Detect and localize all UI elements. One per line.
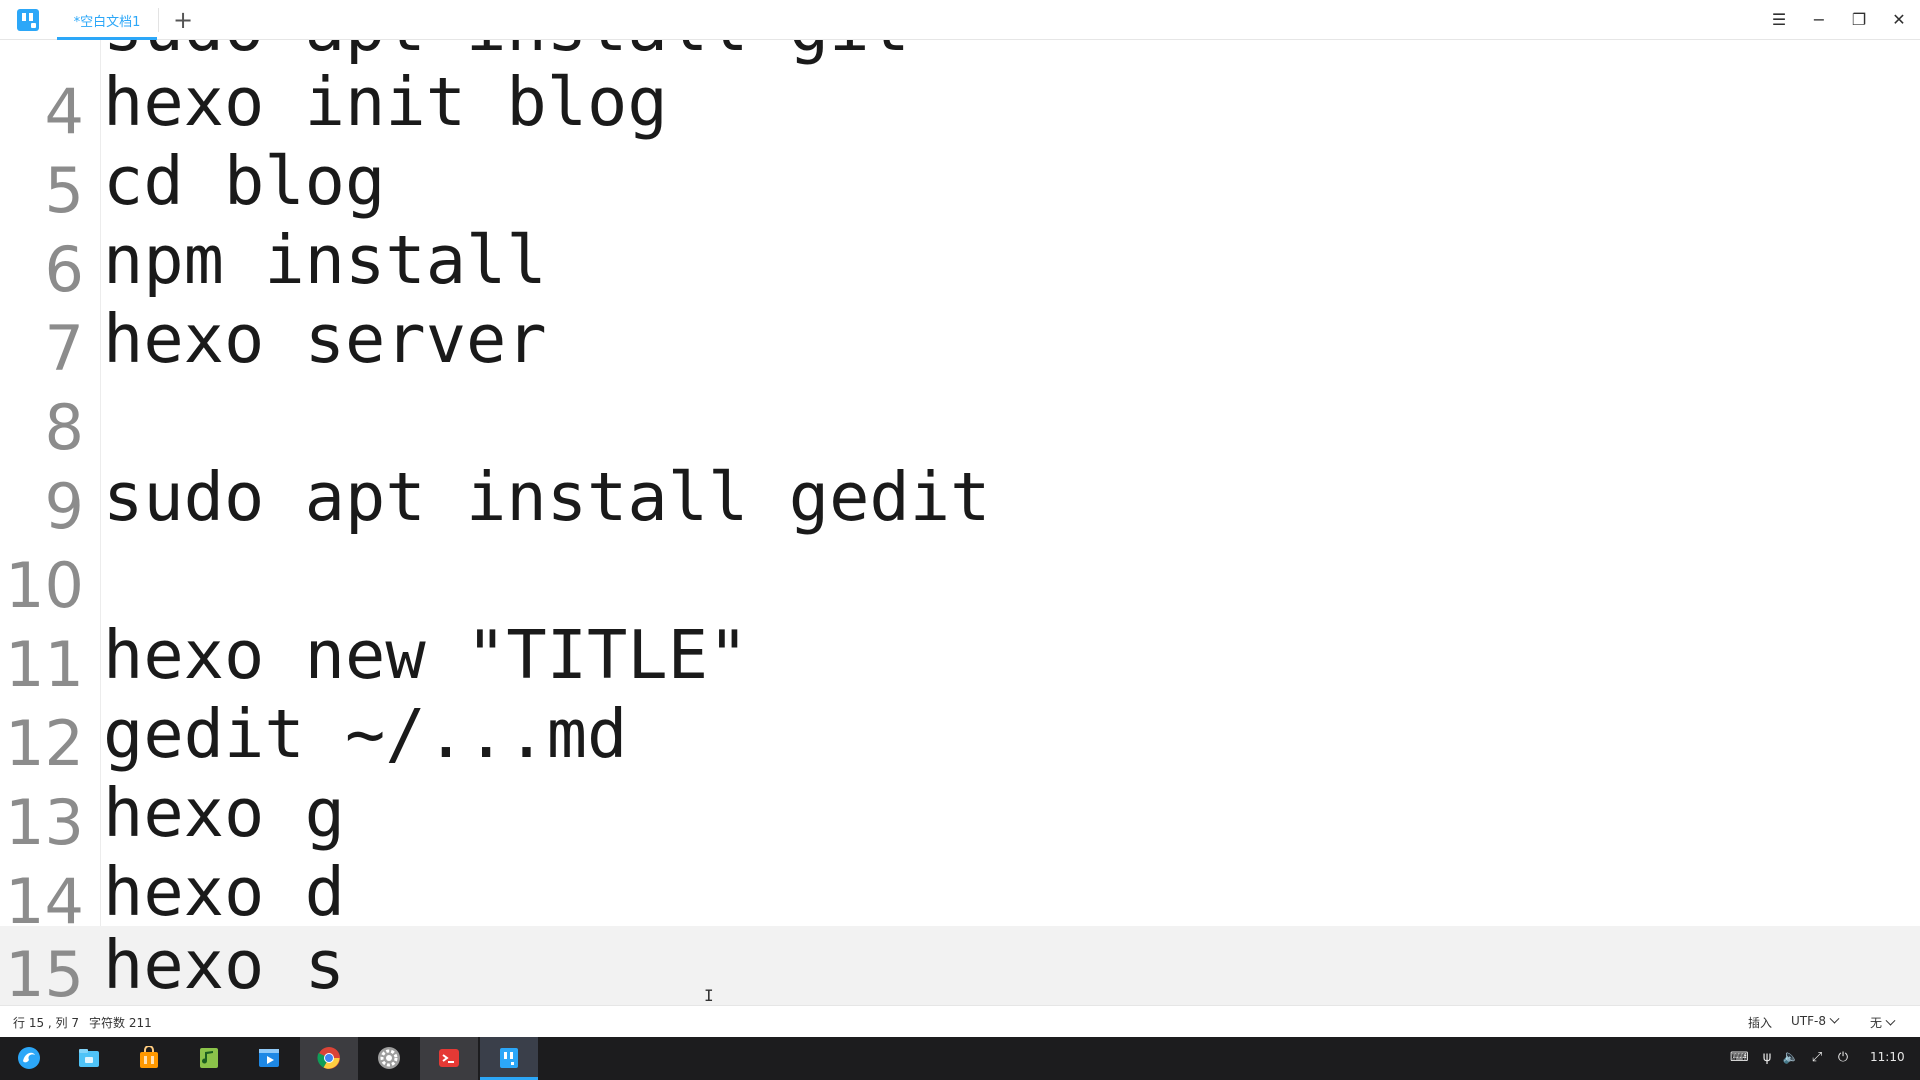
line-number: 10	[5, 549, 84, 622]
chrome-icon	[317, 1047, 340, 1069]
line-number: 6	[44, 233, 84, 306]
movie-button[interactable]	[240, 1037, 298, 1080]
line-code[interactable]: gedit ~/...md	[103, 695, 627, 774]
editor-line[interactable]: 14 hexo d	[0, 853, 1920, 938]
chevron-down-icon	[1885, 1015, 1896, 1026]
line-number: 5	[44, 154, 84, 227]
editor-line[interactable]: 5 cd blog	[0, 142, 1920, 227]
music-icon	[200, 1048, 218, 1068]
encoding-selector[interactable]: UTF-8	[1791, 1013, 1840, 1028]
line-number: 8	[44, 391, 84, 464]
line-code[interactable]: cd blog	[103, 142, 385, 221]
line-code[interactable]: npm install	[103, 221, 547, 300]
file-manager-icon	[79, 1049, 99, 1067]
editor-line[interactable]: 4 hexo init blog	[0, 63, 1920, 148]
tab-title: *空白文档1	[73, 14, 141, 30]
line-code[interactable]: hexo g	[103, 774, 345, 853]
line-code[interactable]: hexo s	[103, 926, 345, 1005]
line-code[interactable]: hexo server	[103, 300, 547, 379]
line-code[interactable]: hexo init blog	[103, 63, 668, 142]
launcher-button[interactable]	[0, 1037, 58, 1080]
editor-line[interactable]: 10	[0, 537, 1920, 622]
editor-line[interactable]: 12 gedit ~/...md	[0, 695, 1920, 780]
line-code[interactable]: sudo apt install gedit	[103, 458, 990, 537]
tab-divider	[158, 8, 159, 32]
menu-icon[interactable]: ☰	[1767, 8, 1791, 32]
usb-icon[interactable]: ψ	[1758, 1049, 1776, 1067]
line-number: 12	[5, 707, 84, 780]
minimize-button[interactable]: −	[1807, 8, 1831, 32]
title-bar: *空白文档1 + ☰ − ❐ ✕	[0, 0, 1920, 40]
line-number: 15	[5, 938, 84, 1005]
status-bar: 行 15 , 列 7 字符数 211 插入 UTF-8 无	[0, 1005, 1920, 1037]
editor-line[interactable]: 8	[0, 379, 1920, 464]
chevron-down-icon	[1829, 1013, 1840, 1024]
editor-line[interactable]: 11 hexo new "TITLE"	[0, 616, 1920, 701]
chrome-button[interactable]	[300, 1037, 358, 1080]
editor-line[interactable]: 7 hexo server	[0, 300, 1920, 385]
network-icon[interactable]: ⤢	[1808, 1049, 1826, 1067]
editor-line[interactable]: 6 npm install	[0, 221, 1920, 306]
maximize-button[interactable]: ❐	[1847, 8, 1871, 32]
app-store-icon	[140, 1046, 158, 1068]
settings-icon	[378, 1047, 400, 1069]
terminal-icon	[439, 1049, 459, 1067]
line-code[interactable]: hexo new "TITLE"	[103, 616, 748, 695]
encoding-label: UTF-8	[1791, 1014, 1826, 1028]
taskbar: ⌨ ψ 🔈 ⤢ ⏻ 11:10	[0, 1037, 1920, 1080]
music-button[interactable]	[180, 1037, 238, 1080]
line-number: 11	[5, 628, 84, 701]
editor-line[interactable]: 9 sudo apt install gedit	[0, 458, 1920, 543]
volume-icon[interactable]: 🔈	[1782, 1049, 1800, 1067]
close-button[interactable]: ✕	[1887, 8, 1911, 32]
highlight-label: 无	[1870, 1016, 1883, 1030]
tab-document[interactable]: *空白文档1	[57, 0, 157, 40]
clock[interactable]: 11:10	[1870, 1050, 1905, 1064]
editor-line-current[interactable]: 15 hexo s	[0, 926, 1920, 1005]
line-number: 4	[44, 75, 84, 148]
line-number: 13	[5, 786, 84, 859]
syntax-highlight-selector[interactable]: 无	[1870, 1014, 1896, 1031]
app-store-button[interactable]	[120, 1037, 178, 1080]
character-count: 字符数 211	[89, 1016, 152, 1030]
line-number: 7	[44, 312, 84, 385]
text-editor-icon	[500, 1048, 518, 1068]
deepin-launcher-icon	[18, 1047, 40, 1069]
terminal-button[interactable]	[420, 1037, 478, 1080]
mouse-ibeam-cursor-icon: I	[704, 986, 714, 1005]
cursor-position: 行 15 , 列 7	[13, 1016, 79, 1030]
line-code[interactable]: hexo d	[103, 853, 345, 932]
add-tab-button[interactable]: +	[170, 6, 196, 34]
text-editor-button[interactable]	[480, 1037, 538, 1080]
input-mode[interactable]: 插入	[1748, 1014, 1772, 1031]
file-manager-button[interactable]	[60, 1037, 118, 1080]
settings-button[interactable]	[360, 1037, 418, 1080]
line-number: 9	[44, 470, 84, 543]
keyboard-icon[interactable]: ⌨	[1730, 1049, 1749, 1067]
movie-icon	[259, 1049, 279, 1067]
editor-area[interactable]: sudo apt install git 4 hexo init blog 5 …	[0, 40, 1920, 1005]
power-icon[interactable]: ⏻	[1834, 1049, 1852, 1067]
editor-line[interactable]: 13 hexo g	[0, 774, 1920, 859]
text-editor-app-icon	[17, 9, 39, 31]
